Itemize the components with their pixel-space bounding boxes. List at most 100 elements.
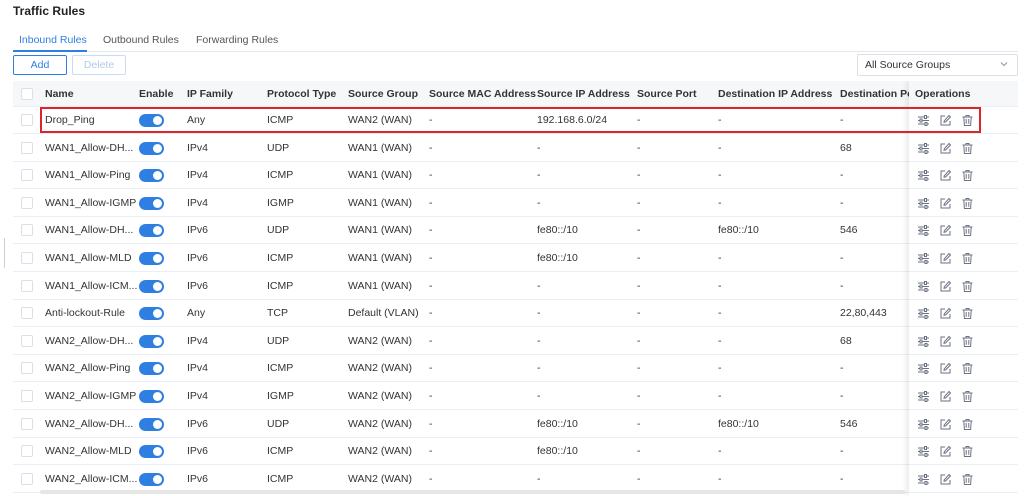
trash-icon[interactable] [961, 197, 974, 210]
delete-button[interactable]: Delete [72, 55, 126, 75]
row-checkbox[interactable] [21, 417, 33, 430]
edit-icon[interactable] [939, 390, 952, 403]
sliders-icon[interactable] [917, 473, 930, 486]
row-checkbox[interactable] [21, 472, 33, 485]
sliders-icon[interactable] [917, 169, 930, 182]
edit-icon[interactable] [939, 169, 952, 182]
trash-icon[interactable] [961, 445, 974, 458]
trash-icon[interactable] [961, 114, 974, 127]
select-all-checkbox[interactable] [21, 88, 33, 100]
trash-icon[interactable] [961, 362, 974, 375]
cell-source-group: WAN2 (WAN) [348, 362, 412, 375]
edit-icon[interactable] [939, 252, 952, 265]
cell-dest-ip: - [718, 141, 722, 154]
trash-icon[interactable] [961, 307, 974, 320]
enable-toggle[interactable] [139, 362, 164, 376]
enable-toggle[interactable] [139, 445, 164, 459]
enable-toggle[interactable] [139, 334, 164, 348]
row-checkbox[interactable] [21, 334, 33, 347]
tab-inbound-rules[interactable]: Inbound Rules [19, 34, 87, 46]
sliders-icon[interactable] [917, 307, 930, 320]
edit-icon[interactable] [939, 335, 952, 348]
cell-source-mac: - [429, 472, 433, 485]
cell-ip-family: IPv6 [187, 279, 209, 292]
cell-name: WAN2_Allow-MLD [45, 445, 132, 458]
trash-icon[interactable] [961, 390, 974, 403]
row-checkbox[interactable] [21, 362, 33, 375]
edit-icon[interactable] [939, 307, 952, 320]
enable-toggle[interactable] [139, 472, 164, 486]
row-checkbox[interactable] [21, 114, 33, 126]
edit-icon[interactable] [939, 473, 952, 486]
tab-forwarding-rules[interactable]: Forwarding Rules [196, 34, 278, 46]
row-checkbox[interactable] [21, 307, 33, 320]
edit-icon[interactable] [939, 224, 952, 237]
cell-source-group: WAN2 (WAN) [348, 114, 412, 126]
add-button[interactable]: Add [13, 55, 67, 75]
cell-source-port: - [637, 279, 641, 292]
enable-toggle[interactable] [139, 169, 164, 183]
cell-dest-ip: - [718, 307, 722, 320]
cell-source-group: WAN1 (WAN) [348, 141, 412, 154]
trash-icon[interactable] [961, 418, 974, 431]
cell-protocol: IGMP [267, 196, 294, 209]
cell-dest-port: - [840, 445, 844, 458]
sliders-icon[interactable] [917, 280, 930, 293]
sliders-icon[interactable] [917, 418, 930, 431]
enable-toggle[interactable] [139, 252, 164, 265]
sliders-icon[interactable] [917, 224, 930, 237]
source-group-select[interactable]: All Source Groups [857, 54, 1018, 76]
enable-toggle[interactable] [139, 390, 164, 403]
sliders-icon[interactable] [917, 390, 930, 403]
edit-icon[interactable] [939, 114, 952, 127]
edit-icon[interactable] [939, 197, 952, 210]
cell-protocol: TCP [267, 307, 288, 320]
row-checkbox[interactable] [21, 390, 33, 402]
edit-icon[interactable] [939, 445, 952, 458]
cell-name: WAN1_Allow-ICM... [45, 279, 138, 292]
edit-icon[interactable] [939, 418, 952, 431]
enable-toggle[interactable] [139, 224, 164, 238]
row-checkbox[interactable] [21, 169, 33, 182]
sliders-icon[interactable] [917, 197, 930, 210]
sliders-icon[interactable] [917, 445, 930, 458]
cell-source-group: Default (VLAN) [348, 307, 419, 320]
tab-outbound-rules[interactable]: Outbound Rules [103, 34, 179, 46]
row-checkbox[interactable] [21, 252, 33, 264]
header-operations: Operations [909, 81, 1018, 107]
operations-cell [909, 328, 1018, 355]
sliders-icon[interactable] [917, 114, 930, 127]
cell-name: Drop_Ping [45, 114, 95, 126]
edit-icon[interactable] [939, 142, 952, 155]
trash-icon[interactable] [961, 142, 974, 155]
row-checkbox[interactable] [21, 445, 33, 458]
edit-icon[interactable] [939, 362, 952, 375]
enable-toggle[interactable] [139, 114, 164, 127]
horizontal-scrollbar[interactable] [40, 490, 906, 494]
enable-toggle[interactable] [139, 417, 164, 431]
toggle-knob [153, 309, 162, 319]
trash-icon[interactable] [961, 280, 974, 293]
trash-icon[interactable] [961, 224, 974, 237]
sliders-icon[interactable] [917, 142, 930, 155]
sliders-icon[interactable] [917, 362, 930, 375]
operations-cell [909, 162, 1018, 190]
header-name[interactable]: Name [45, 81, 74, 106]
enable-toggle[interactable] [139, 141, 164, 155]
traffic-rules-table: Name Enable IP Family Protocol Type Sour… [13, 81, 1018, 496]
row-checkbox[interactable] [21, 279, 33, 292]
trash-icon[interactable] [961, 473, 974, 486]
sliders-icon[interactable] [917, 335, 930, 348]
trash-icon[interactable] [961, 169, 974, 182]
row-checkbox[interactable] [21, 196, 33, 209]
operations-column: Operations [909, 81, 1018, 496]
enable-toggle[interactable] [139, 196, 164, 210]
row-checkbox[interactable] [21, 141, 33, 154]
enable-toggle[interactable] [139, 279, 164, 293]
sliders-icon[interactable] [917, 252, 930, 265]
enable-toggle[interactable] [139, 307, 164, 321]
edit-icon[interactable] [939, 280, 952, 293]
trash-icon[interactable] [961, 252, 974, 265]
trash-icon[interactable] [961, 335, 974, 348]
row-checkbox[interactable] [21, 224, 33, 237]
